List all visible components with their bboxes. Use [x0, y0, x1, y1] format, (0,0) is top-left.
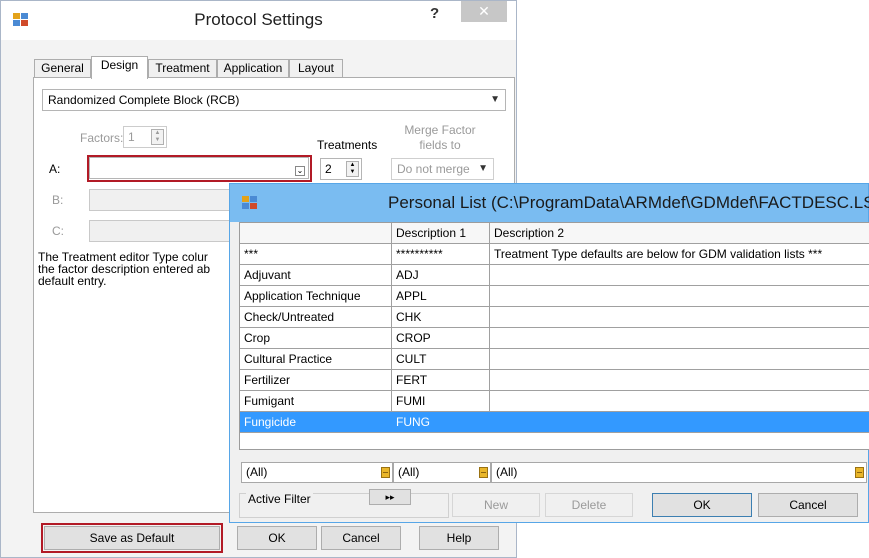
- cell-desc1[interactable]: CROP: [392, 328, 490, 348]
- info-text-line3: default entry.: [38, 274, 107, 288]
- factor-a-label: A:: [49, 162, 61, 176]
- cell-desc1[interactable]: CHK: [392, 307, 490, 327]
- table-row[interactable]: Check/Untreated CHK: [240, 307, 869, 328]
- cell-name[interactable]: Fumigant: [240, 391, 392, 411]
- cell-desc1[interactable]: FERT: [392, 370, 490, 390]
- tab-general[interactable]: General: [34, 59, 91, 78]
- ok-button[interactable]: OK: [652, 493, 752, 517]
- merge-label-line2: fields to: [419, 138, 461, 152]
- filter-value: (All): [246, 465, 268, 479]
- factor-b-input[interactable]: [89, 189, 239, 211]
- ok-button[interactable]: OK: [237, 526, 317, 550]
- table-row[interactable]: Crop CROP: [240, 328, 869, 349]
- treatments-stepper[interactable]: 2 ▲ ▼: [320, 158, 362, 180]
- filter-icon[interactable]: [381, 467, 390, 478]
- tab-treatment[interactable]: Treatment: [148, 59, 217, 78]
- cell-name[interactable]: ***: [240, 244, 392, 264]
- cell-desc2[interactable]: [490, 349, 869, 369]
- dropdown-icon[interactable]: ⌄: [295, 166, 305, 176]
- close-icon[interactable]: ✕: [461, 1, 507, 22]
- personal-list-titlebar[interactable]: Personal List (C:\ProgramData\ARMdef\GDM…: [230, 184, 869, 222]
- cell-desc1[interactable]: FUMI: [392, 391, 490, 411]
- factor-c-label: C:: [52, 224, 64, 238]
- cell-desc1[interactable]: **********: [392, 244, 490, 264]
- cell-desc2[interactable]: [490, 412, 869, 432]
- factors-label: Factors:: [80, 131, 124, 145]
- column-header-name[interactable]: [240, 223, 392, 243]
- table-row[interactable]: Application Technique APPL: [240, 286, 869, 307]
- cell-desc2[interactable]: [490, 265, 869, 285]
- tab-layout[interactable]: Layout: [289, 59, 343, 78]
- cell-desc1[interactable]: APPL: [392, 286, 490, 306]
- factor-c-input[interactable]: [89, 220, 239, 242]
- cell-desc2[interactable]: [490, 328, 869, 348]
- cell-desc2[interactable]: [490, 286, 869, 306]
- new-button[interactable]: New: [452, 493, 540, 517]
- spin-arrows-icon: ▲ ▼: [346, 161, 359, 177]
- filter-icon[interactable]: [479, 467, 488, 478]
- window-title: Personal List (C:\ProgramData\ARMdef\GDM…: [388, 193, 869, 212]
- filter-input-desc1[interactable]: (All): [393, 462, 491, 483]
- cell-name[interactable]: Application Technique: [240, 286, 392, 306]
- cell-name[interactable]: Check/Untreated: [240, 307, 392, 327]
- chevron-down-icon: ▼: [478, 163, 488, 174]
- cell-desc2[interactable]: [490, 307, 869, 327]
- protocol-settings-titlebar[interactable]: Protocol Settings ? ✕: [1, 1, 516, 40]
- filter-input-desc2[interactable]: (All): [491, 462, 867, 483]
- personal-list-window: Personal List (C:\ProgramData\ARMdef\GDM…: [229, 183, 869, 523]
- factors-value: 1: [128, 130, 135, 144]
- active-filter-toggle-button[interactable]: ▸▸: [369, 489, 411, 505]
- table-row[interactable]: Cultural Practice CULT: [240, 349, 869, 370]
- tab-application[interactable]: Application: [217, 59, 289, 78]
- cell-name[interactable]: Fungicide: [240, 412, 392, 432]
- treatments-label: Treatments: [317, 138, 378, 152]
- factor-b-label: B:: [52, 193, 64, 207]
- filter-value: (All): [398, 465, 420, 479]
- cell-name[interactable]: Adjuvant: [240, 265, 392, 285]
- merge-label-line1: Merge Factor: [404, 123, 476, 137]
- design-type-value: Randomized Complete Block (RCB): [48, 93, 240, 107]
- filter-icon[interactable]: [855, 467, 864, 478]
- cell-name[interactable]: Fertilizer: [240, 370, 392, 390]
- table-row[interactable]: Fumigant FUMI: [240, 391, 869, 412]
- active-filter-label: Active Filter: [246, 492, 313, 506]
- table-row-selected[interactable]: Fungicide FUNG: [240, 412, 869, 433]
- table-row[interactable]: Fertilizer FERT: [240, 370, 869, 391]
- spin-arrows-icon: ▲ ▼: [151, 129, 164, 145]
- column-header-desc1[interactable]: Description 1: [392, 223, 490, 243]
- help-button[interactable]: Help: [419, 526, 499, 550]
- merge-select[interactable]: Do not merge ▼: [391, 158, 494, 180]
- cell-desc1[interactable]: FUNG: [392, 412, 490, 432]
- factors-stepper[interactable]: 1 ▲ ▼: [123, 126, 167, 148]
- help-icon[interactable]: ?: [430, 5, 439, 22]
- table-row[interactable]: Adjuvant ADJ: [240, 265, 869, 286]
- chevron-down-icon: ▼: [490, 94, 500, 105]
- app-icon: [242, 196, 258, 210]
- column-header-desc2[interactable]: Description 2: [490, 223, 869, 243]
- cell-name[interactable]: Crop: [240, 328, 392, 348]
- personal-list-grid: Description 1 Description 2 *** ********…: [239, 222, 869, 450]
- factor-a-input[interactable]: ⌄: [89, 157, 309, 179]
- merge-select-value: Do not merge: [397, 162, 470, 176]
- cancel-button[interactable]: Cancel: [321, 526, 401, 550]
- cell-name[interactable]: Cultural Practice: [240, 349, 392, 369]
- treatments-value: 2: [325, 162, 332, 176]
- active-filter-group: Active Filter ▸▸: [239, 489, 449, 518]
- design-type-select[interactable]: Randomized Complete Block (RCB) ▼: [42, 89, 506, 111]
- cancel-button[interactable]: Cancel: [758, 493, 858, 517]
- delete-button[interactable]: Delete: [545, 493, 633, 517]
- tab-design[interactable]: Design: [91, 56, 148, 79]
- table-header: Description 1 Description 2: [240, 223, 869, 244]
- save-as-default-button[interactable]: Save as Default: [44, 526, 220, 550]
- cell-desc2[interactable]: [490, 391, 869, 411]
- cell-desc2[interactable]: Treatment Type defaults are below for GD…: [490, 244, 869, 264]
- cell-desc2[interactable]: [490, 370, 869, 390]
- cell-desc1[interactable]: CULT: [392, 349, 490, 369]
- filter-value: (All): [496, 465, 518, 479]
- cell-desc1[interactable]: ADJ: [392, 265, 490, 285]
- filter-input-name[interactable]: (All): [241, 462, 393, 483]
- table-row[interactable]: *** ********** Treatment Type defaults a…: [240, 244, 869, 265]
